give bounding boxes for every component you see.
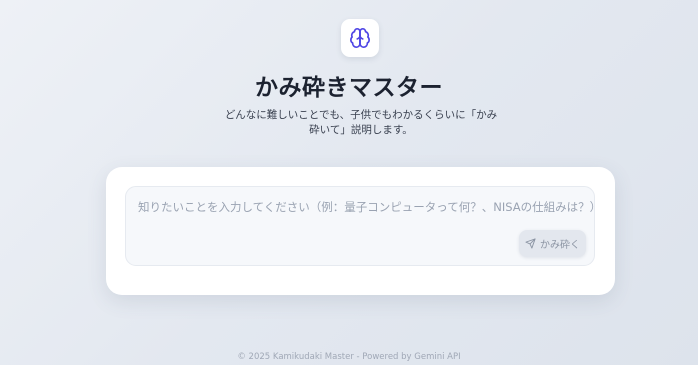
question-input[interactable]: 知りたいことを入力してください（例：量子コンピュータって何？、NISAの仕組みは… [125, 186, 601, 266]
submit-label: かみ砕く [540, 240, 580, 251]
question-placeholder: 知りたいことを入力してください（例：量子コンピュータって何？、NISAの仕組みは… [138, 200, 602, 214]
page-subtitle: どんなに難しいことでも、子供でもわかるくらいに「かみ砕いて」説明します。 [224, 109, 498, 136]
brain-icon [350, 28, 370, 48]
submit-button[interactable]: かみ砕く [519, 230, 586, 257]
question-card: 知りたいことを入力してください（例：量子コンピュータって何？、NISAの仕組みは… [106, 167, 615, 295]
footer: © 2025 Kamikudaki Master - Powered by Ge… [237, 352, 461, 362]
page-title: かみ砕きマスター [255, 75, 443, 101]
send-icon [525, 238, 536, 249]
app-logo [341, 19, 379, 57]
